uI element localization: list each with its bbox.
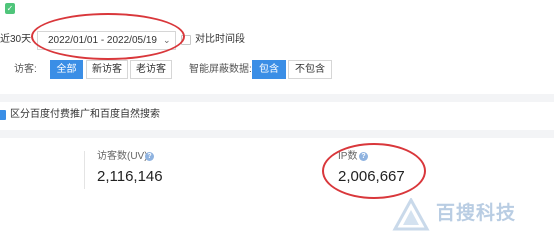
app-icon: ✓ bbox=[5, 3, 15, 14]
visitor-option-new[interactable]: 新访客 bbox=[86, 60, 128, 79]
watermark-text: 百搜科技 bbox=[436, 203, 517, 224]
watermark: 百搜科技 bbox=[392, 197, 542, 237]
smart-option-exclude[interactable]: 不包含 bbox=[288, 60, 332, 79]
watermark-logo-icon bbox=[392, 198, 430, 231]
metric-divider bbox=[84, 151, 85, 189]
visitor-filter-label: 访客: bbox=[14, 64, 37, 75]
help-icon[interactable]: ? bbox=[145, 152, 154, 161]
smart-option-include[interactable]: 包含 bbox=[252, 60, 286, 79]
annotation-circle-ip bbox=[322, 143, 426, 199]
visitor-option-returning[interactable]: 老访客 bbox=[130, 60, 172, 79]
separate-label: 区分百度付费推广和百度自然搜索 bbox=[10, 109, 160, 120]
compare-label: 对比时间段 bbox=[195, 34, 245, 45]
smart-filter-label: 智能屏蔽数据: bbox=[189, 64, 252, 75]
uv-value: 2,116,146 bbox=[97, 168, 163, 185]
annotation-circle-date bbox=[31, 13, 185, 60]
uv-label: 访客数(UV) bbox=[97, 151, 148, 162]
separate-checkbox[interactable] bbox=[0, 110, 6, 120]
recent-30-days-link[interactable]: 近30天 bbox=[0, 33, 31, 47]
visitor-option-all[interactable]: 全部 bbox=[50, 60, 83, 79]
